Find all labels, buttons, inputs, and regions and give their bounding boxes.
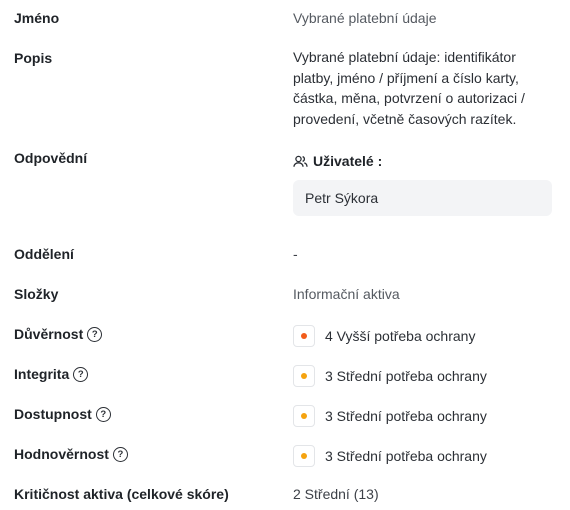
level-indicator [293, 325, 315, 347]
value-description: Vybrané platební údaje: identifikátor pl… [293, 49, 525, 127]
rating-confidentiality-text: 4 Vyšší potřeba ochrany [325, 328, 476, 344]
value-department: - [293, 246, 298, 262]
value-folders: Informační aktiva [293, 286, 400, 302]
rating-integrity-text: 3 Střední potřeba ochrany [325, 368, 487, 384]
level-dot-icon [301, 453, 307, 459]
users-icon [293, 155, 308, 167]
label-integrity-text: Integrita [14, 366, 70, 382]
level-dot-icon [301, 373, 307, 379]
label-authenticity-text: Hodnověrnost [14, 446, 109, 462]
level-indicator [293, 365, 315, 387]
label-confidentiality-text: Důvěrnost [14, 326, 84, 342]
users-header: Uživatelé : [293, 151, 382, 171]
level-indicator [293, 405, 315, 427]
level-dot-icon [301, 413, 307, 419]
rating-availability-text: 3 Střední potřeba ochrany [325, 408, 487, 424]
label-folders: Složky [14, 286, 59, 302]
user-chip[interactable]: Petr Sýkora [293, 180, 552, 216]
rating-authenticity-text: 3 Střední potřeba ochrany [325, 448, 487, 464]
label-availability: Dostupnost? [14, 404, 111, 424]
help-circle-icon[interactable]: ? [73, 367, 89, 382]
rating-integrity: 3 Střední potřeba ochrany [293, 365, 487, 387]
level-indicator [293, 445, 315, 467]
help-circle-icon[interactable]: ? [87, 327, 103, 342]
label-availability-text: Dostupnost [14, 406, 92, 422]
level-dot-icon [301, 333, 307, 339]
rating-availability: 3 Střední potřeba ochrany [293, 405, 487, 427]
value-criticality: 2 Střední (13) [293, 486, 379, 502]
help-circle-icon[interactable]: ? [112, 447, 128, 462]
label-description: Popis [14, 50, 53, 66]
label-integrity: Integrita? [14, 364, 89, 384]
rating-authenticity: 3 Střední potřeba ochrany [293, 445, 487, 467]
value-name: Vybrané platební údaje [293, 10, 437, 26]
help-circle-icon[interactable]: ? [95, 407, 111, 422]
label-department: Oddělení [14, 246, 74, 262]
label-responsible: Odpovědní [14, 150, 88, 166]
users-label: Uživatelé : [313, 153, 383, 169]
label-confidentiality: Důvěrnost? [14, 324, 103, 344]
label-authenticity: Hodnověrnost? [14, 444, 128, 464]
label-criticality: Kritičnost aktiva (celkové skóre) [14, 486, 229, 502]
rating-confidentiality: 4 Vyšší potřeba ochrany [293, 325, 475, 347]
label-name: Jméno [14, 10, 60, 26]
